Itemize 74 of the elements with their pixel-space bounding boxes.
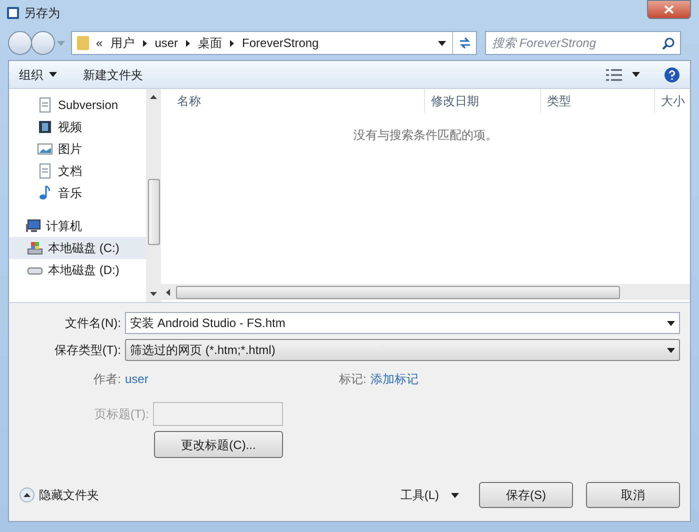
search-icon xyxy=(662,36,675,50)
search-field[interactable]: 搜索 ForeverStrong xyxy=(485,31,681,55)
toolbar-button[interactable]: 组织 xyxy=(19,66,57,84)
breadcrumb-overflow[interactable]: « xyxy=(96,34,103,52)
vertical-scrollbar[interactable] xyxy=(146,89,161,302)
picture-icon xyxy=(37,141,53,157)
window-title: 另存为 xyxy=(24,5,60,22)
breadcrumb[interactable]: user xyxy=(154,34,178,52)
sidebar-item[interactable]: 计算机 xyxy=(9,215,146,237)
field-value: 安装 Android Studio - FS.htm xyxy=(130,315,286,332)
save-button[interactable]: 保存(S) xyxy=(479,482,573,508)
field-label: 标记: xyxy=(339,371,368,388)
sidebar-item[interactable]: 视频 xyxy=(9,116,146,138)
scroll-up-icon[interactable] xyxy=(150,95,157,99)
refresh-icon xyxy=(458,37,472,49)
column-header[interactable]: 修改日期 xyxy=(425,89,541,113)
save-type-dropdown[interactable]: 筛选过的网页 (*.htm;*.html) xyxy=(125,339,680,361)
toolbar-button[interactable]: 新建文件夹 xyxy=(83,66,143,84)
collapse-icon xyxy=(19,487,35,503)
drive-icon xyxy=(27,240,43,256)
caret-icon[interactable] xyxy=(632,72,640,77)
address-bar[interactable]: « 用户 user 桌面 ForeverStrong xyxy=(71,31,477,55)
close-icon xyxy=(664,5,674,14)
sidebar-item[interactable]: 文档 xyxy=(9,160,146,182)
tools-button[interactable]: 工具(L) xyxy=(400,486,439,504)
empty-message: 没有与搜索条件匹配的项。 xyxy=(354,127,498,144)
file-name-field[interactable]: 安装 Android Studio - FS.htm xyxy=(125,312,680,334)
caret-icon xyxy=(667,348,675,352)
sidebar-item[interactable]: 本地磁盘 (C:) xyxy=(9,237,146,259)
author-link[interactable]: user xyxy=(125,370,339,388)
scroll-down-icon[interactable] xyxy=(150,292,157,296)
sidebar-item[interactable]: 音乐 xyxy=(9,182,146,204)
field-label: 页标题(T): xyxy=(93,406,150,423)
document-icon xyxy=(37,97,53,113)
dropdown-caret-icon[interactable] xyxy=(438,40,446,46)
view-options-icon[interactable] xyxy=(606,68,622,80)
caret-icon[interactable] xyxy=(451,492,459,498)
column-header[interactable]: 名称 xyxy=(171,89,425,113)
column-header[interactable]: 大小 xyxy=(655,89,685,113)
add-tags-link[interactable]: 添加标记 xyxy=(370,370,418,388)
field-label: 保存类型(T): xyxy=(53,342,122,359)
breadcrumb[interactable]: 桌面 xyxy=(198,34,222,52)
document-icon xyxy=(37,163,53,179)
help-icon[interactable] xyxy=(664,66,680,82)
search-placeholder: 搜索 ForeverStrong xyxy=(491,35,598,52)
breadcrumb[interactable]: 用户 xyxy=(110,34,135,52)
sidebar-item[interactable]: Subversion xyxy=(9,94,146,116)
music-note-icon xyxy=(37,185,53,201)
forward-button[interactable] xyxy=(31,31,55,55)
folder-icon xyxy=(76,35,90,51)
cancel-button[interactable]: 取消 xyxy=(586,482,680,508)
chevron-icon[interactable] xyxy=(186,40,190,46)
film-icon xyxy=(37,119,53,135)
column-header[interactable]: 类型 xyxy=(541,89,655,113)
back-button[interactable] xyxy=(8,31,32,55)
page-title-field[interactable] xyxy=(153,402,283,426)
close-button[interactable] xyxy=(647,0,691,19)
computer-icon xyxy=(25,218,41,234)
sidebar-item[interactable]: 图片 xyxy=(9,138,146,160)
hide-folders-button[interactable]: 隐藏文件夹 xyxy=(19,486,99,504)
caret-icon xyxy=(667,320,675,326)
app-icon xyxy=(6,6,20,20)
chevron-icon[interactable] xyxy=(230,40,234,46)
scroll-left-icon[interactable] xyxy=(166,288,170,296)
chevron-icon[interactable] xyxy=(142,40,147,46)
scrollbar-thumb[interactable] xyxy=(148,179,160,245)
change-title-button[interactable]: 更改标题(C)... xyxy=(154,431,283,458)
scrollbar-thumb[interactable] xyxy=(176,286,620,298)
field-label: 文件名(N): xyxy=(64,315,122,332)
caret-icon xyxy=(49,72,57,77)
breadcrumb[interactable]: ForeverStrong xyxy=(242,34,319,52)
field-label: 作者: xyxy=(92,371,122,388)
horizontal-scrollbar[interactable] xyxy=(161,284,690,300)
sidebar-item[interactable]: 本地磁盘 (D:) xyxy=(9,259,146,281)
